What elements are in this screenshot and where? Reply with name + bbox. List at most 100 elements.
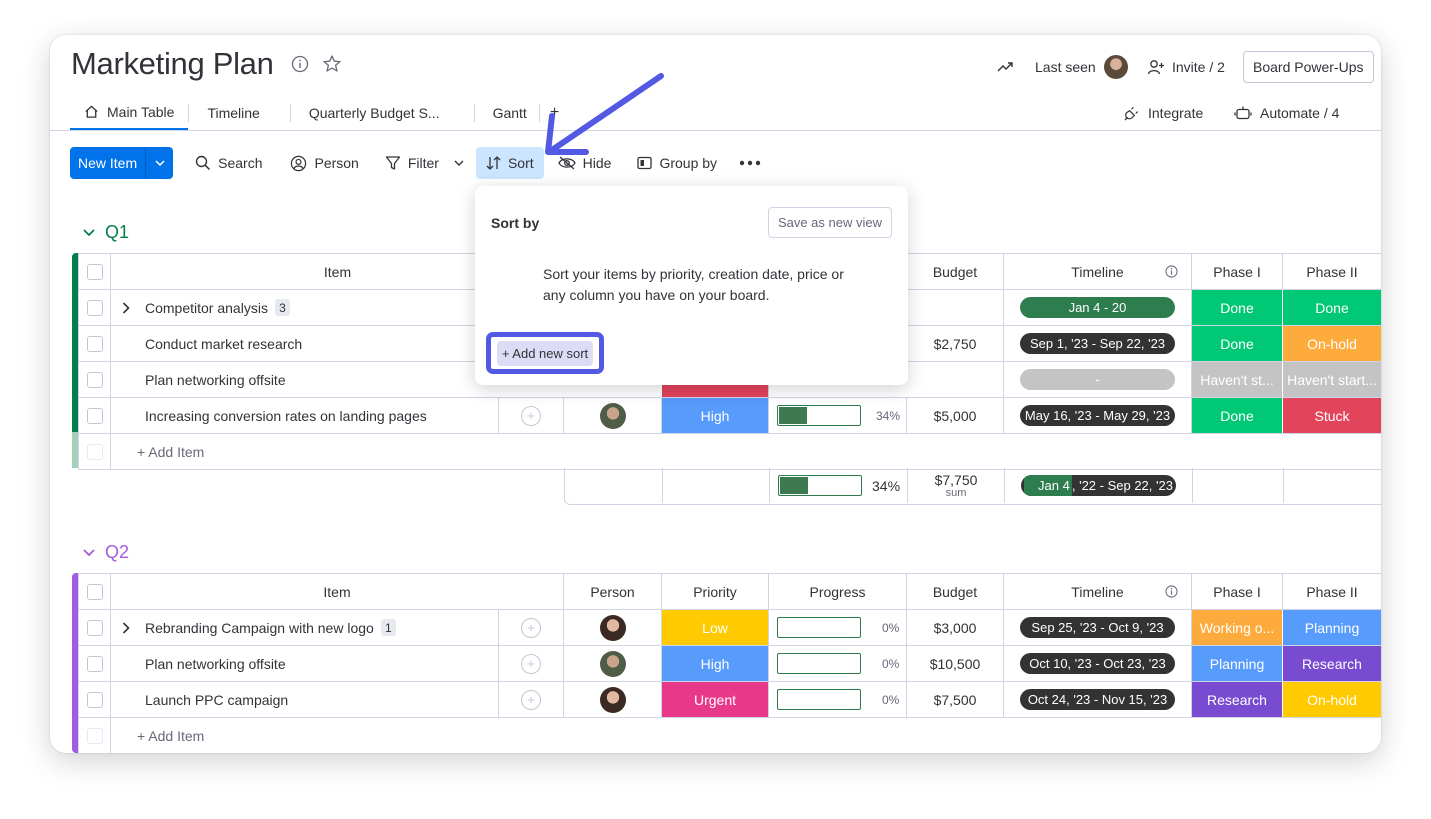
- table-row[interactable]: Rebranding Campaign with new logo 1 + Lo…: [78, 610, 1381, 646]
- subitems-count[interactable]: 3: [274, 299, 290, 316]
- progress-cell[interactable]: 0%: [769, 646, 907, 681]
- person-cell[interactable]: [564, 610, 662, 645]
- status-cell-phase2[interactable]: Research: [1283, 646, 1381, 681]
- add-item-button[interactable]: + Add Item: [111, 718, 1381, 753]
- filter-button[interactable]: Filter: [375, 147, 474, 179]
- subitems-count[interactable]: 1: [380, 619, 396, 636]
- column-header-person[interactable]: Person: [564, 574, 662, 609]
- row-checkbox[interactable]: [86, 691, 103, 708]
- status-cell-phase2[interactable]: Stuck: [1283, 398, 1381, 433]
- add-update-icon[interactable]: +: [521, 405, 541, 426]
- priority-cell[interactable]: Low: [662, 610, 769, 645]
- chevron-down-icon[interactable]: [83, 228, 95, 237]
- info-icon[interactable]: [1165, 585, 1178, 598]
- column-header-phase2[interactable]: Phase II: [1283, 574, 1381, 609]
- budget-cell[interactable]: $5,000: [907, 398, 1004, 433]
- info-icon[interactable]: [1165, 265, 1178, 278]
- progress-cell[interactable]: 34%: [769, 398, 907, 433]
- status-cell-phase2[interactable]: On-hold: [1283, 326, 1381, 361]
- new-item-button[interactable]: New Item: [70, 147, 174, 179]
- timeline-cell[interactable]: Oct 10, '23 - Oct 23, '23: [1004, 646, 1192, 681]
- tab-main-table[interactable]: Main Table: [70, 95, 189, 130]
- sort-button[interactable]: Sort: [475, 147, 544, 179]
- status-cell-phase2[interactable]: Haven't start...: [1283, 362, 1381, 397]
- row-checkbox[interactable]: [86, 655, 103, 672]
- person-cell[interactable]: [564, 682, 662, 717]
- status-cell-phase1[interactable]: Working o...: [1192, 610, 1283, 645]
- budget-cell[interactable]: $10,500: [907, 646, 1004, 681]
- board-powerups-button[interactable]: Board Power-Ups: [1243, 51, 1374, 83]
- status-cell-phase1[interactable]: Haven't st...: [1192, 362, 1283, 397]
- chevron-down-icon[interactable]: [83, 548, 95, 557]
- add-update-icon[interactable]: +: [521, 689, 541, 710]
- timeline-cell[interactable]: -: [1004, 362, 1192, 397]
- priority-cell[interactable]: High: [662, 646, 769, 681]
- timeline-cell[interactable]: May 16, '23 - May 29, '23: [1004, 398, 1192, 433]
- item-cell[interactable]: Rebranding Campaign with new logo 1: [111, 610, 499, 645]
- add-item-button[interactable]: + Add Item: [111, 434, 1381, 469]
- updates-cell[interactable]: +: [499, 398, 564, 433]
- timeline-cell[interactable]: Sep 1, '23 - Sep 22, '23: [1004, 326, 1192, 361]
- timeline-cell[interactable]: Oct 24, '23 - Nov 15, '23: [1004, 682, 1192, 717]
- budget-cell[interactable]: $3,000: [907, 610, 1004, 645]
- status-cell-phase1[interactable]: Done: [1192, 398, 1283, 433]
- table-row[interactable]: Increasing conversion rates on landing p…: [78, 398, 1381, 434]
- column-header-item[interactable]: Item: [111, 574, 564, 609]
- table-row[interactable]: Launch PPC campaign + Urgent 0% $7,500 O…: [78, 682, 1381, 718]
- item-cell[interactable]: Launch PPC campaign: [111, 682, 499, 717]
- star-icon[interactable]: [322, 54, 342, 79]
- priority-cell[interactable]: High: [662, 398, 769, 433]
- person-cell[interactable]: [564, 398, 662, 433]
- budget-cell[interactable]: [907, 290, 1004, 325]
- progress-cell[interactable]: 0%: [769, 682, 907, 717]
- add-item-row[interactable]: + Add Item: [78, 718, 1381, 753]
- status-cell-phase2[interactable]: On-hold: [1283, 682, 1381, 717]
- table-row[interactable]: Plan networking offsite + High 0% $10,50…: [78, 646, 1381, 682]
- progress-cell[interactable]: 0%: [769, 610, 907, 645]
- chevron-down-icon[interactable]: [146, 160, 173, 166]
- column-header-timeline[interactable]: Timeline: [1004, 254, 1192, 289]
- person-cell[interactable]: [564, 646, 662, 681]
- updates-cell[interactable]: +: [499, 682, 564, 717]
- status-cell-phase2[interactable]: Done: [1283, 290, 1381, 325]
- item-cell[interactable]: Plan networking offsite: [111, 646, 499, 681]
- column-header-phase2[interactable]: Phase II: [1283, 254, 1381, 289]
- chevron-right-icon[interactable]: [122, 301, 130, 314]
- updates-cell[interactable]: +: [499, 610, 564, 645]
- timeline-cell[interactable]: Sep 25, '23 - Oct 9, '23: [1004, 610, 1192, 645]
- invite-button[interactable]: Invite / 2: [1147, 51, 1225, 83]
- updates-cell[interactable]: +: [499, 646, 564, 681]
- status-cell-phase1[interactable]: Planning: [1192, 646, 1283, 681]
- column-header-phase1[interactable]: Phase I: [1192, 574, 1283, 609]
- timeline-cell[interactable]: Jan 4 - 20: [1004, 290, 1192, 325]
- row-checkbox[interactable]: [86, 299, 103, 316]
- chevron-down-icon[interactable]: [454, 160, 464, 166]
- budget-cell[interactable]: $2,750: [907, 326, 1004, 361]
- row-checkbox[interactable]: [86, 335, 103, 352]
- column-header-phase1[interactable]: Phase I: [1192, 254, 1283, 289]
- status-cell-phase1[interactable]: Research: [1192, 682, 1283, 717]
- group-header-q2[interactable]: Q2: [83, 542, 129, 563]
- row-checkbox[interactable]: [86, 371, 103, 388]
- tab-gantt[interactable]: Gantt: [475, 95, 539, 130]
- budget-cell[interactable]: $7,500: [907, 682, 1004, 717]
- chevron-right-icon[interactable]: [122, 621, 130, 634]
- row-checkbox[interactable]: [86, 619, 103, 636]
- activity-icon[interactable]: [996, 51, 1014, 83]
- select-all-checkbox[interactable]: [86, 583, 103, 600]
- priority-cell[interactable]: Urgent: [662, 682, 769, 717]
- search-button[interactable]: Search: [185, 147, 272, 179]
- board-title[interactable]: Marketing Plan: [71, 46, 274, 82]
- add-item-row[interactable]: + Add Item: [78, 434, 1381, 470]
- more-options-button[interactable]: [729, 147, 771, 179]
- column-header-budget[interactable]: Budget: [907, 574, 1004, 609]
- person-filter-button[interactable]: Person: [280, 147, 368, 179]
- status-cell-phase1[interactable]: Done: [1192, 326, 1283, 361]
- last-seen[interactable]: Last seen: [1035, 51, 1128, 83]
- automate-button[interactable]: Automate / 4: [1234, 97, 1339, 129]
- add-new-sort-button[interactable]: + Add new sort: [496, 340, 594, 366]
- add-update-icon[interactable]: +: [521, 653, 541, 674]
- tab-quarterly-budget[interactable]: Quarterly Budget S...: [291, 95, 474, 130]
- add-update-icon[interactable]: +: [521, 617, 541, 638]
- budget-cell[interactable]: [907, 362, 1004, 397]
